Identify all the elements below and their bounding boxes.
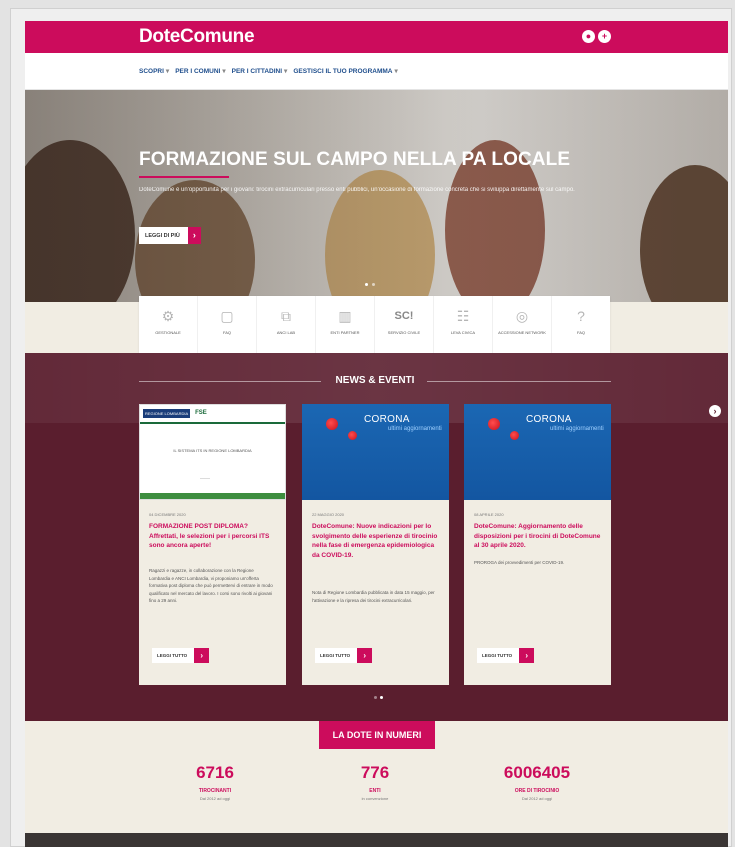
virus-icon <box>510 431 519 440</box>
corona-tagline: ultimi aggiornamenti <box>388 426 442 432</box>
question-icon: ? <box>577 308 585 324</box>
stat-value: 6006405 <box>503 763 571 782</box>
service-servizio-civile[interactable]: SC! SERVIZIO CIVILE <box>375 296 434 353</box>
stat-sub: Dal 2012 ad oggi <box>199 796 231 801</box>
carousel-dot[interactable] <box>380 696 383 699</box>
service-faq[interactable]: ▢ FAQ <box>198 296 257 353</box>
nav-item-scopri[interactable]: SCOPRI ▾ <box>139 67 169 75</box>
service-accessione-network[interactable]: ◎ ACCESSIONE NETWORK <box>493 296 552 353</box>
nav-item-gestisci-programma[interactable]: GESTISCI IL TUO PROGRAMMA ▾ <box>293 67 397 75</box>
fse-logo: FSE <box>195 410 207 416</box>
chat-icon: ▢ <box>220 308 234 324</box>
read-all-button[interactable]: LEGGI TUTTO › <box>315 648 373 663</box>
stat-label: TIROCINANTI <box>198 788 232 794</box>
carousel-dot[interactable] <box>372 283 375 286</box>
divider <box>139 381 321 382</box>
plus-icon[interactable]: + <box>598 30 611 43</box>
services-bar: ⚙ GESTIONALE ▢ FAQ ⧉ ANCI LAB ▥ ENTI PAR… <box>139 296 610 353</box>
arrow-right-icon: › <box>187 227 201 244</box>
carousel-dot[interactable] <box>365 283 368 286</box>
main-nav: SCOPRI ▾ PER I COMUNI ▾ PER I CITTADINI ▾ G… <box>25 53 728 90</box>
stats-title: LA DOTE IN NUMERI <box>319 721 435 749</box>
next-arrow-icon[interactable]: › <box>709 405 721 417</box>
hero-subtitle: DoteComune è un'opportunità per i giovan… <box>139 187 575 193</box>
news-carousel-dots[interactable] <box>374 696 383 699</box>
globe-icon: ◎ <box>515 308 529 324</box>
arrow-right-icon: › <box>519 648 535 663</box>
top-bar: DoteComune ● + <box>25 21 728 53</box>
network-icon: ⧉ <box>281 308 291 324</box>
service-enti-partner[interactable]: ▥ ENTI PARTNER <box>316 296 375 353</box>
stat-sub: in convenzione <box>361 796 389 801</box>
hero-underline <box>139 176 229 178</box>
news-card-image: REGIONE LOMBARDIA FSE IL SISTEMA ITS IN … <box>139 404 286 500</box>
arrow-right-icon: › <box>357 648 373 663</box>
news-card-title[interactable]: DoteComune: Nuove indicazioni per lo svo… <box>312 522 440 560</box>
news-card-image: CORONA ultimi aggiornamenti <box>302 404 449 500</box>
chevron-down-icon: ▾ <box>394 68 398 75</box>
news-card-date: 04 DICEMBRE 2020 <box>149 512 186 517</box>
news-card[interactable]: REGIONE LOMBARDIA FSE IL SISTEMA ITS IN … <box>139 404 286 685</box>
news-card-title[interactable]: DoteComune: Aggiornamento delle disposiz… <box>474 522 602 551</box>
read-all-button[interactable]: LEGGI TUTTO › <box>152 648 210 663</box>
read-all-button[interactable]: LEGGI TUTTO › <box>477 648 535 663</box>
stat-ore-tirocinio: 6006405 ORE DI TIROCINIO Dal 2012 ad ogg… <box>472 763 602 801</box>
regione-lombardia-logo: REGIONE LOMBARDIA <box>143 409 191 418</box>
chevron-down-icon: ▾ <box>284 68 288 75</box>
stat-value: 776 <box>360 763 390 782</box>
hero-title: FORMAZIONE SUL CAMPO NELLA PA LOCALE <box>139 149 571 170</box>
service-anci-lab[interactable]: ⧉ ANCI LAB <box>257 296 316 353</box>
news-card-date: 22 MAGGIO 2020 <box>312 512 345 517</box>
service-leva-civica[interactable]: ☷ LEVA CIVICA <box>434 296 493 353</box>
corona-brand: CORONA <box>364 414 410 425</box>
building-icon: ▥ <box>338 308 352 324</box>
gear-icon: ⚙ <box>161 308 175 324</box>
virus-icon <box>326 418 338 430</box>
stat-label: ORE DI TIROCINIO <box>514 788 560 794</box>
arrow-right-icon: › <box>194 648 210 663</box>
service-gestionale[interactable]: ⚙ GESTIONALE <box>139 296 198 353</box>
news-card-date: 08 APRILE 2020 <box>474 512 504 517</box>
stat-enti: 776 ENTI in convenzione <box>310 763 440 801</box>
footer-strip <box>25 833 728 847</box>
virus-icon <box>348 431 357 440</box>
hero-read-more-button[interactable]: LEGGI DI PIÙ › <box>139 227 201 244</box>
news-card-text: Nota di Regione Lombardia pubblicata in … <box>312 590 435 603</box>
news-card-text: Ragazzi e ragazze, in collaborazione con… <box>149 568 273 603</box>
news-section: NEWS & EVENTI › REGIONE LOMBARDIA FSE IL… <box>25 353 728 721</box>
nav-item-per-i-cittadini[interactable]: PER I CITTADINI ▾ <box>232 67 288 75</box>
news-card[interactable]: CORONA ultimi aggiornamenti 08 APRILE 20… <box>464 404 611 685</box>
news-card-text: PROROGA dei provvedimenti per COVID-19. <box>474 560 565 565</box>
site-logo[interactable]: DoteComune <box>139 26 255 48</box>
hero-banner: FORMAZIONE SUL CAMPO NELLA PA LOCALE Dot… <box>25 90 728 302</box>
chevron-down-icon: ▾ <box>222 68 226 75</box>
stat-label: ENTI <box>369 788 381 794</box>
stat-tirocinanti: 6716 TIROCINANTI Dal 2012 ad oggi <box>150 763 280 801</box>
stat-value: 6716 <box>196 763 234 782</box>
hero-carousel-dots[interactable] <box>365 283 375 286</box>
corona-brand: CORONA <box>526 414 572 425</box>
corona-tagline: ultimi aggiornamenti <box>550 426 604 432</box>
news-card[interactable]: CORONA ultimi aggiornamenti 22 MAGGIO 20… <box>302 404 449 685</box>
stat-sub: Dal 2012 ad oggi <box>521 796 553 801</box>
people-icon: ☷ <box>456 308 470 324</box>
virus-icon <box>488 418 500 430</box>
sc-icon: SC! <box>394 310 414 322</box>
nav-item-per-i-comuni[interactable]: PER I COMUNI ▾ <box>175 67 225 75</box>
user-icon[interactable]: ● <box>582 30 595 43</box>
news-card-image-caption: IL SISTEMA ITS IN REGIONE LOMBARDIA <box>173 448 252 453</box>
stats-section: LA DOTE IN NUMERI 6716 TIROCINANTI Dal 2… <box>25 721 728 833</box>
news-card-image: CORONA ultimi aggiornamenti <box>464 404 611 500</box>
service-faq-help[interactable]: ? FAQ <box>552 296 610 353</box>
chevron-down-icon: ▾ <box>165 68 170 75</box>
website: DoteComune ● + SCOPRI ▾ PER I COMUNI ▾ PER… <box>25 21 728 847</box>
divider <box>427 381 611 382</box>
news-card-title[interactable]: FORMAZIONE POST DIPLOMA? Affrettati, le … <box>149 522 277 551</box>
carousel-dot[interactable] <box>374 696 377 699</box>
news-section-title: NEWS & EVENTI <box>335 375 415 386</box>
